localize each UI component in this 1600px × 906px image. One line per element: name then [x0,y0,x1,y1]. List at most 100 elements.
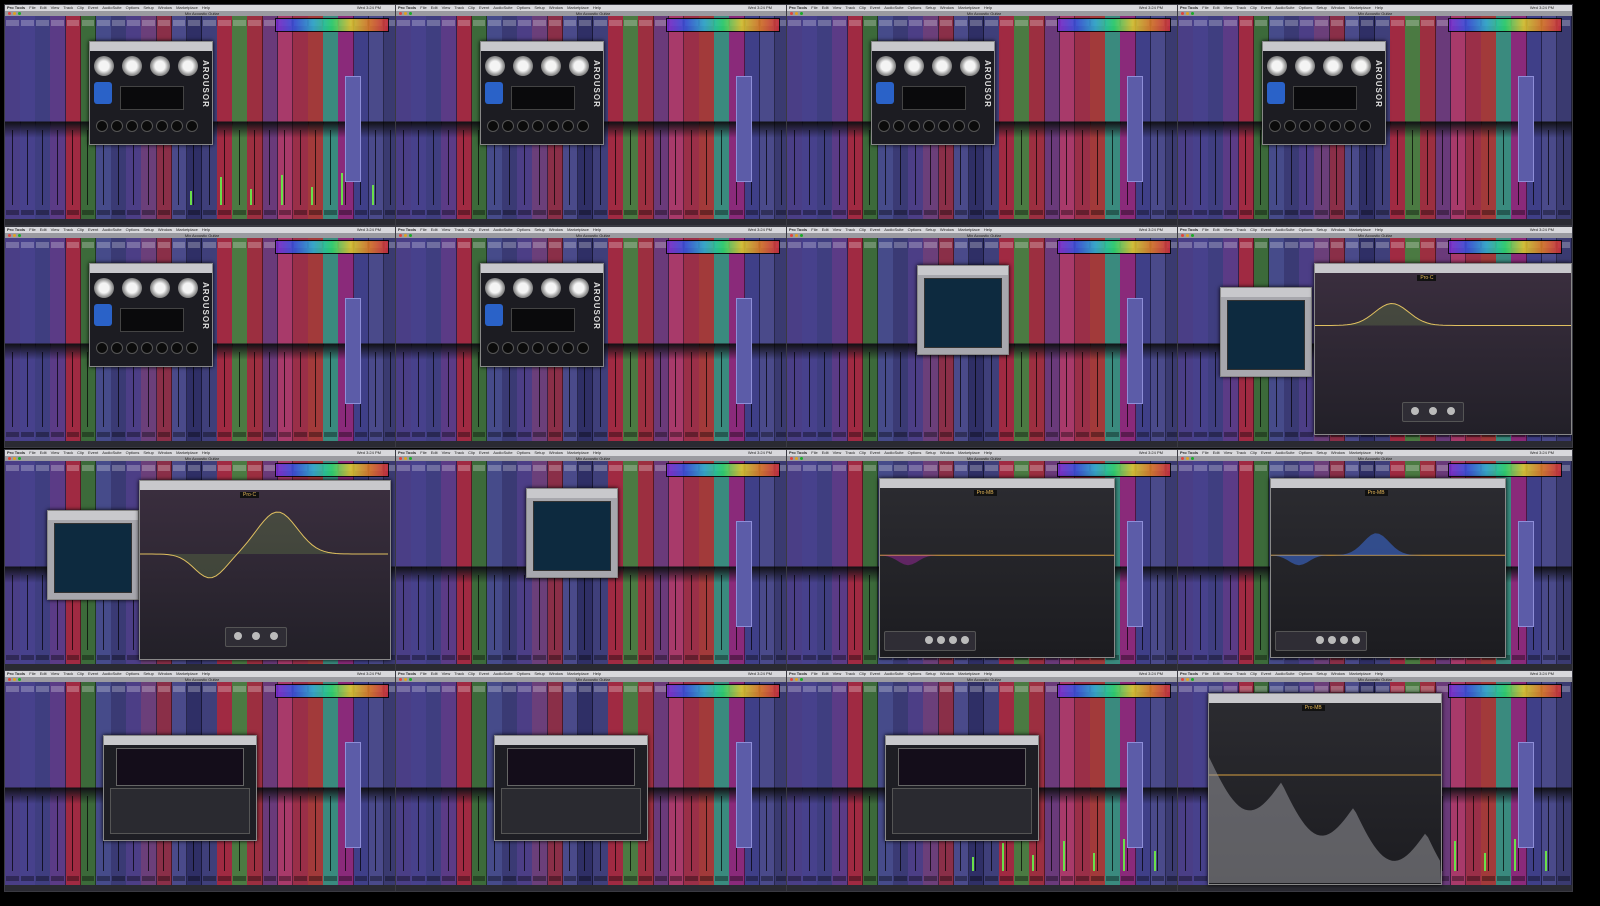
app-menu[interactable]: Pro Tools [398,450,416,455]
fader-lane[interactable] [448,574,450,650]
app-menu[interactable]: Pro Tools [789,671,807,676]
menu-item[interactable]: View [51,450,60,455]
selected-channel-strip[interactable] [736,298,752,404]
menu-item[interactable]: Track [63,450,73,455]
fader-lane[interactable] [41,129,43,205]
fader-lane[interactable] [1548,574,1550,650]
fader-lane[interactable] [945,351,947,427]
menu-item[interactable]: Setup [143,227,153,232]
fader-lane[interactable] [690,574,692,650]
menu-item[interactable]: Edit [1213,671,1220,676]
menu-item[interactable]: View [51,227,60,232]
insert-slot[interactable] [639,20,653,26]
fader-lane[interactable] [690,795,692,871]
control-knob-icon[interactable] [171,342,183,354]
selected-channel-strip[interactable] [736,76,752,182]
menu-item[interactable]: Event [870,227,880,232]
menu-item[interactable]: AudioSuite [493,227,512,232]
selected-channel-strip[interactable] [345,742,361,848]
insert-slot[interactable] [533,465,547,471]
channel-strip[interactable] [862,682,879,885]
insert-slot[interactable] [909,465,922,471]
insert-slot[interactable] [1360,465,1374,471]
control-knob-icon[interactable] [1269,120,1281,132]
channel-strip[interactable] [368,238,385,441]
fader-lane[interactable] [72,351,74,427]
fader-lane[interactable] [57,351,59,427]
menu-item[interactable]: File [29,671,35,676]
insert-slot[interactable] [1376,20,1389,26]
channel-strip[interactable] [832,682,849,885]
insert-slot[interactable] [503,20,516,26]
menu-item[interactable]: View [442,671,451,676]
menu-item[interactable]: Help [1375,671,1383,676]
insert-slot[interactable] [427,242,440,248]
menu-item[interactable]: Edit [431,450,438,455]
fader-lane[interactable] [463,574,465,650]
fader-lane[interactable] [1214,574,1216,650]
channel-strip[interactable] [396,682,412,885]
insert-slot[interactable] [457,686,471,692]
menu-item[interactable]: Window [1331,5,1345,10]
fader-lane[interactable] [1111,129,1113,205]
color-palette-bar[interactable] [1057,240,1171,254]
menu-item[interactable]: Options [1299,450,1313,455]
session-screenshot-tile[interactable]: Pro Tools File Edit View Track Clip Event Audi… [4,449,400,671]
channel-strip[interactable] [817,461,833,664]
insert-slot[interactable] [427,465,440,471]
band-knob-icon[interactable] [252,632,260,640]
channel-strip[interactable] [714,16,730,219]
control-knob-icon[interactable] [126,342,138,354]
color-palette-bar[interactable] [1057,684,1171,698]
menu-item[interactable]: Marketplace [1349,671,1371,676]
fader-lane[interactable] [675,574,677,650]
knob-icon[interactable] [178,56,198,76]
fader-lane[interactable] [254,129,256,205]
menu-item[interactable]: Clip [468,671,475,676]
selected-channel-strip[interactable] [1127,742,1143,848]
insert-slot[interactable] [1300,242,1313,248]
insert-slot[interactable] [788,686,801,692]
menu-item[interactable]: Track [454,671,464,676]
fader-lane[interactable] [660,351,662,427]
menu-item[interactable]: Edit [40,671,47,676]
plugin-header[interactable] [1315,264,1571,273]
control-knob-icon[interactable] [1284,120,1296,132]
insert-slot[interactable] [624,465,637,471]
control-knob-icon[interactable] [487,120,499,132]
menu-item[interactable]: Edit [40,5,47,10]
insert-slot[interactable] [833,20,847,26]
fader-lane[interactable] [463,129,465,205]
menu-item[interactable]: Window [158,450,172,455]
menu-item[interactable]: Track [845,671,855,676]
insert-slot[interactable] [1406,242,1419,248]
channel-strip[interactable] [832,238,849,441]
fader-lane[interactable] [584,574,586,650]
channel-strip[interactable] [368,682,385,885]
fader-lane[interactable] [523,574,525,650]
insert-slot[interactable] [1391,465,1404,471]
insert-slot[interactable] [1179,20,1192,26]
menu-item[interactable]: File [420,671,426,676]
channel-strip[interactable] [486,461,503,664]
knob-icon[interactable] [178,278,198,298]
menu-item[interactable]: Options [908,671,922,676]
fader-lane[interactable] [538,574,540,650]
insert-slot[interactable] [939,20,953,26]
knob-icon[interactable] [150,278,170,298]
fader-lane[interactable] [645,129,647,205]
fader-lane[interactable] [402,129,404,205]
fader-lane[interactable] [508,574,510,650]
insert-slot[interactable] [142,686,156,692]
channel-strip[interactable] [1193,16,1209,219]
insert-slot[interactable] [1030,686,1044,692]
channel-strip[interactable] [1044,16,1061,219]
menu-item[interactable]: Help [202,671,210,676]
insert-slot[interactable] [1285,242,1298,248]
insert-slot[interactable] [1224,465,1238,471]
fader-lane[interactable] [1199,795,1201,871]
menu-item[interactable]: Setup [534,450,544,455]
fader-lane[interactable] [808,795,810,871]
insert-slot[interactable] [187,242,201,248]
menu-item[interactable]: Marketplace [176,450,198,455]
